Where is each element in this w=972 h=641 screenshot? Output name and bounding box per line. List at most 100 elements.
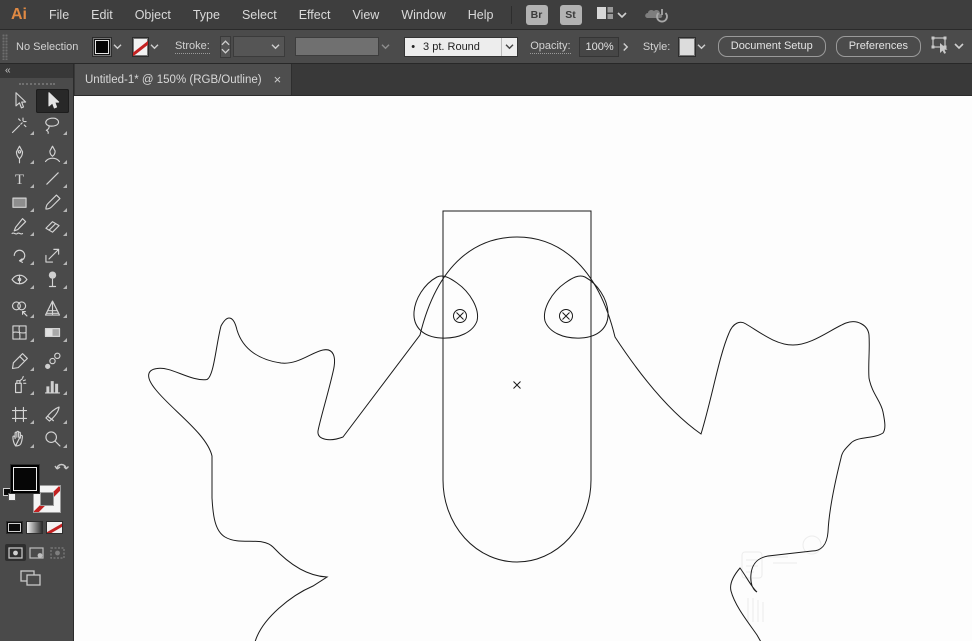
gradient-button[interactable] — [26, 521, 43, 534]
none-button[interactable] — [46, 521, 63, 534]
preferences-button[interactable]: Preferences — [835, 36, 921, 57]
tool-eyedropper[interactable] — [3, 349, 36, 373]
color-button[interactable] — [6, 521, 23, 534]
tool-zoom[interactable] — [36, 426, 69, 450]
arrange-documents-button[interactable] — [596, 6, 627, 23]
rotate-icon — [13, 249, 26, 263]
tool-scale[interactable] — [36, 243, 69, 267]
canvas-artboard[interactable] — [74, 96, 972, 641]
ghost-body-path — [148, 236, 886, 641]
tool-paintbrush[interactable] — [36, 190, 69, 214]
screen-mode-button[interactable] — [20, 570, 42, 591]
document-tab[interactable]: Untitled-1* @ 150% (RGB/Outline) × — [75, 64, 293, 95]
type-icon: T — [15, 171, 24, 187]
style-chevron-icon[interactable] — [696, 37, 708, 57]
tool-puppet-warp[interactable] — [36, 267, 69, 291]
chevron-down-icon — [381, 41, 390, 53]
menu-help[interactable]: Help — [457, 0, 505, 30]
tool-slice[interactable] — [36, 402, 69, 426]
tool-pen[interactable] — [3, 142, 36, 166]
tool-selection[interactable] — [36, 89, 69, 113]
tool-type[interactable]: T — [3, 166, 36, 190]
brush-definition-dropdown[interactable]: • 3 pt. Round — [404, 36, 519, 57]
puppet-warp-icon — [48, 270, 57, 287]
opacity-label[interactable]: Opacity: — [530, 40, 571, 54]
eraser-icon — [45, 220, 60, 233]
tool-blend[interactable] — [36, 349, 69, 373]
left-eye-path — [413, 275, 479, 339]
bridge-button[interactable]: Br — [525, 4, 548, 25]
tab-close-button[interactable]: × — [274, 72, 282, 87]
tool-rectangle[interactable] — [3, 190, 36, 214]
tool-width[interactable] — [3, 267, 36, 291]
menu-select[interactable]: Select — [231, 0, 288, 30]
fill-chevron-icon[interactable] — [112, 37, 124, 57]
fill-stroke-indicator — [0, 460, 74, 520]
tool-shape-builder[interactable] — [3, 296, 36, 320]
tool-line-segment[interactable] — [36, 166, 69, 190]
tool-artboard[interactable] — [3, 402, 36, 426]
tool-magic-wand[interactable] — [3, 113, 36, 137]
width-profile-dropdown[interactable] — [294, 37, 380, 56]
fill-indicator-black[interactable] — [10, 464, 40, 494]
tool-symbol-sprayer[interactable] — [3, 373, 36, 397]
artboard-icon — [11, 406, 28, 422]
column-graph-icon — [44, 380, 61, 394]
stroke-chevron-icon[interactable] — [149, 37, 161, 57]
opacity-input[interactable]: 100% — [578, 36, 620, 57]
brush-chevron-icon[interactable] — [501, 37, 517, 56]
perspective-grid-icon — [44, 299, 61, 316]
fill-color-swatch[interactable] — [92, 36, 112, 57]
magic-wand-icon — [11, 116, 27, 133]
curvature-icon — [44, 145, 61, 162]
tool-lasso[interactable] — [36, 113, 69, 137]
menu-view[interactable]: View — [341, 0, 390, 30]
opacity-panel-arrow-icon[interactable] — [619, 37, 633, 57]
tool-direct-selection[interactable] — [3, 89, 36, 113]
graphic-style-swatch[interactable] — [678, 36, 696, 57]
selection-status: No Selection — [16, 40, 79, 53]
tool-eraser[interactable] — [36, 214, 69, 238]
draw-normal-button[interactable] — [5, 544, 26, 561]
color-mode-buttons — [6, 521, 63, 534]
menu-file[interactable]: File — [38, 0, 80, 30]
right-eye-center-marker — [559, 309, 573, 323]
tool-hand[interactable] — [3, 426, 36, 450]
stroke-weight-dropdown[interactable] — [233, 36, 285, 57]
panel-drag-grip[interactable] — [18, 83, 55, 85]
menu-type[interactable]: Type — [182, 0, 231, 30]
tool-grid: T — [0, 89, 73, 450]
menu-separator — [510, 5, 512, 24]
tool-mesh[interactable] — [3, 320, 36, 344]
eyedropper-icon — [11, 352, 28, 369]
hand-icon — [12, 430, 23, 447]
draw-behind-button[interactable] — [26, 544, 47, 561]
tool-shaper[interactable] — [3, 214, 36, 238]
tool-curvature[interactable] — [36, 142, 69, 166]
stroke-weight-stepper[interactable] — [219, 35, 232, 58]
tool-gradient[interactable] — [36, 320, 69, 344]
direct-selection-icon — [15, 91, 27, 108]
menu-effect[interactable]: Effect — [288, 0, 342, 30]
stroke-weight-label[interactable]: Stroke: — [174, 40, 210, 54]
main-menu: File Edit Object Type Select Effect View Window… — [38, 0, 505, 29]
menu-object[interactable]: Object — [124, 0, 182, 30]
menu-edit[interactable]: Edit — [80, 0, 124, 30]
lasso-icon — [45, 116, 60, 134]
select-similar-button[interactable] — [931, 36, 964, 57]
stroke-color-swatch[interactable] — [131, 36, 149, 57]
document-setup-button[interactable]: Document Setup — [717, 36, 826, 57]
symbol-sprayer-icon — [14, 375, 27, 393]
tool-perspective-grid[interactable] — [36, 296, 69, 320]
draw-inside-button[interactable] — [47, 544, 68, 561]
tool-column-graph[interactable] — [36, 373, 69, 397]
tool-rotate[interactable] — [3, 243, 36, 267]
stock-button[interactable]: St — [559, 4, 582, 25]
panel-grip[interactable] — [2, 33, 8, 60]
menu-window[interactable]: Window — [390, 0, 456, 30]
pen-icon — [15, 145, 24, 163]
paintbrush-icon — [45, 193, 61, 210]
panel-collapse-button[interactable]: « — [0, 64, 73, 78]
control-bar: No Selection Stroke: • 3 pt. Round Opaci… — [0, 30, 972, 64]
swap-fill-stroke-icon[interactable] — [54, 460, 70, 478]
